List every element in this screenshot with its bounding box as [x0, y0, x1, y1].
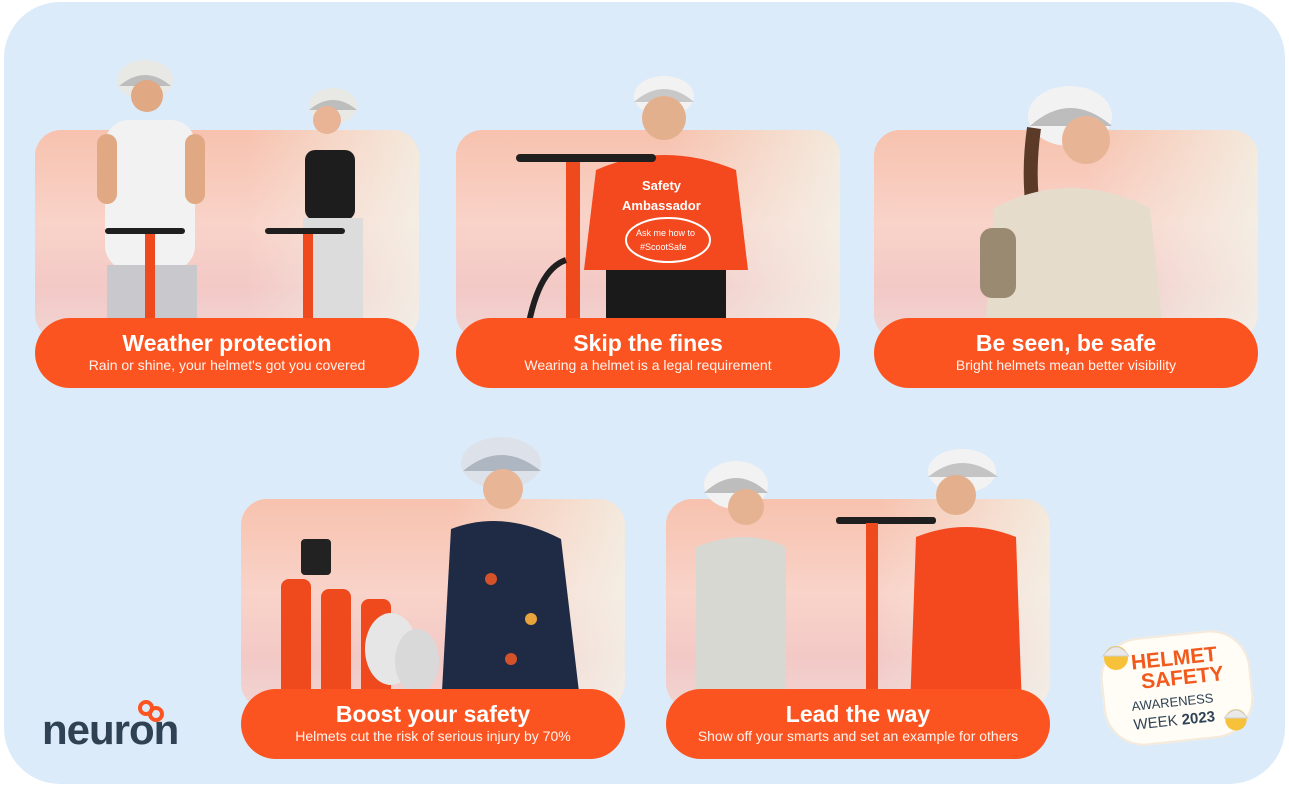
badge-year: 2023	[1180, 708, 1216, 729]
card-title: Be seen, be safe	[975, 330, 1157, 356]
card-subtitle: Bright helmets mean better visibility	[955, 357, 1177, 373]
couple-with-scooters-illustration: 4 3	[97, 60, 363, 340]
card-title: Boost your safety	[335, 701, 531, 727]
card-title: Weather protection	[122, 330, 332, 356]
neuron-logo-mark: neuron	[42, 700, 179, 753]
card-subtitle: Wearing a helmet is a legal requirement	[524, 357, 772, 373]
shirt-line1: Safety	[642, 178, 682, 193]
two-women-with-helmets-illustration	[696, 449, 1022, 709]
card-subtitle: Rain or shine, your helmet's got you cov…	[88, 357, 366, 373]
card-banner: Lead the way Show off your smarts and se…	[666, 689, 1050, 759]
card-banner: Boost your safety Helmets cut the risk o…	[241, 689, 625, 759]
card-banner: Skip the fines Wearing a helmet is a leg…	[456, 318, 840, 388]
bubble-line2: #ScootSafe	[640, 242, 687, 252]
card-title: Lead the way	[785, 701, 931, 727]
helmet-emoji-icon	[1102, 646, 1130, 670]
neuron-logo: neuron	[42, 698, 198, 768]
shirt-line2: Ambassador	[622, 198, 701, 213]
helmet-emoji-icon	[1223, 709, 1249, 731]
card-subtitle: Helmets cut the risk of serious injury b…	[295, 728, 571, 744]
badge-week: WEEK	[1132, 712, 1179, 734]
bubble-line1: Ask me how to	[636, 228, 695, 238]
woman-with-helmet-illustration	[980, 86, 1164, 340]
card-photo: 4 3	[35, 60, 419, 340]
card-subtitle: Show off your smarts and set an example …	[697, 728, 1019, 744]
card-banner: Weather protection Rain or shine, your h…	[35, 318, 419, 388]
card-photo	[241, 437, 625, 709]
card-title: Skip the fines	[573, 330, 723, 356]
poster: 4 3 Weather protection Rain or shine, yo…	[4, 2, 1285, 784]
card-photo: Safety Ambassador Ask me how to #ScootSa…	[456, 76, 840, 340]
safety-ambassador-illustration: Safety Ambassador Ask me how to #ScootSa…	[516, 76, 748, 340]
card-photo	[666, 449, 1050, 709]
woman-with-scooter-fleet-illustration	[281, 437, 581, 709]
card-banner: Be seen, be safe Bright helmets mean bet…	[874, 318, 1258, 388]
logo-text: neuron	[42, 706, 178, 753]
card-photo	[874, 86, 1258, 340]
